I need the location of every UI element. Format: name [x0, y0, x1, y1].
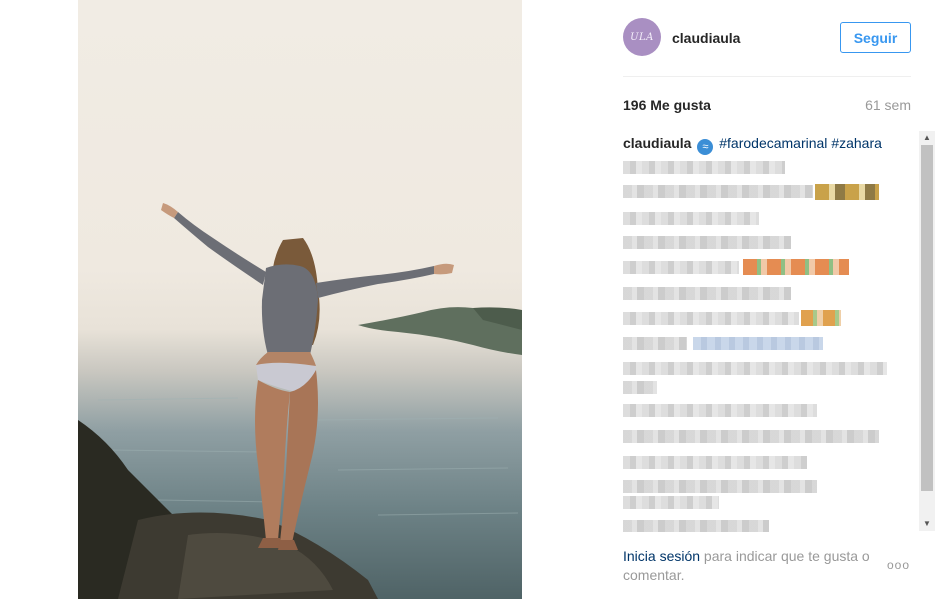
- redacted-text: [623, 312, 799, 325]
- avatar[interactable]: ULA: [623, 18, 661, 56]
- redacted-text: [623, 185, 813, 198]
- post-header: ULA claudiaula Seguir: [623, 18, 911, 58]
- post-sidebar: ULA claudiaula Seguir 196 Me gusta 61 se…: [623, 0, 935, 599]
- redacted-text: [623, 496, 719, 509]
- redacted-text: [623, 520, 769, 532]
- scroll-up-icon[interactable]: ▲: [919, 131, 935, 145]
- redacted-text: [623, 261, 739, 274]
- login-link[interactable]: Inicia sesión: [623, 548, 700, 564]
- login-prompt: Inicia sesión para indicar que te gusta …: [623, 547, 911, 585]
- redacted-text: [623, 287, 791, 300]
- comments-list[interactable]: claudiaula ≈ #farodecamarinal #zahara: [623, 134, 919, 532]
- redacted-text: [623, 212, 759, 225]
- redacted-text: [623, 381, 657, 394]
- redacted-link: [693, 337, 823, 350]
- follow-button[interactable]: Seguir: [840, 22, 911, 53]
- redacted-text: [623, 236, 791, 249]
- hashtag-link[interactable]: #farodecamarinal: [719, 135, 827, 151]
- redacted-emoji: [801, 310, 841, 326]
- redacted-emoji: [815, 184, 879, 200]
- redacted-text: [623, 337, 687, 350]
- redacted-text: [623, 480, 817, 493]
- photo-scene: [78, 203, 522, 599]
- likes-count[interactable]: 196 Me gusta: [623, 97, 711, 113]
- username-link[interactable]: claudiaula: [672, 30, 740, 46]
- hashtag-link[interactable]: #zahara: [831, 135, 882, 151]
- redacted-text: [623, 362, 887, 375]
- redacted-text: [623, 456, 807, 469]
- redacted-text: [623, 404, 817, 417]
- post-photo[interactable]: [78, 0, 522, 599]
- wave-icon: ≈: [697, 139, 714, 155]
- scroll-down-icon[interactable]: ▼: [919, 517, 935, 531]
- post-age[interactable]: 61 sem: [865, 97, 911, 113]
- caption-username[interactable]: claudiaula: [623, 135, 691, 151]
- divider: [623, 76, 911, 77]
- ellipsis-icon[interactable]: ooo: [887, 558, 910, 572]
- redacted-emoji: [743, 259, 849, 275]
- caption: claudiaula ≈ #farodecamarinal #zahara: [623, 134, 919, 155]
- scroll-thumb[interactable]: [921, 145, 933, 491]
- comments-scrollbar[interactable]: ▲ ▼: [919, 131, 935, 531]
- redacted-text: [623, 161, 785, 174]
- redacted-text: [623, 430, 879, 443]
